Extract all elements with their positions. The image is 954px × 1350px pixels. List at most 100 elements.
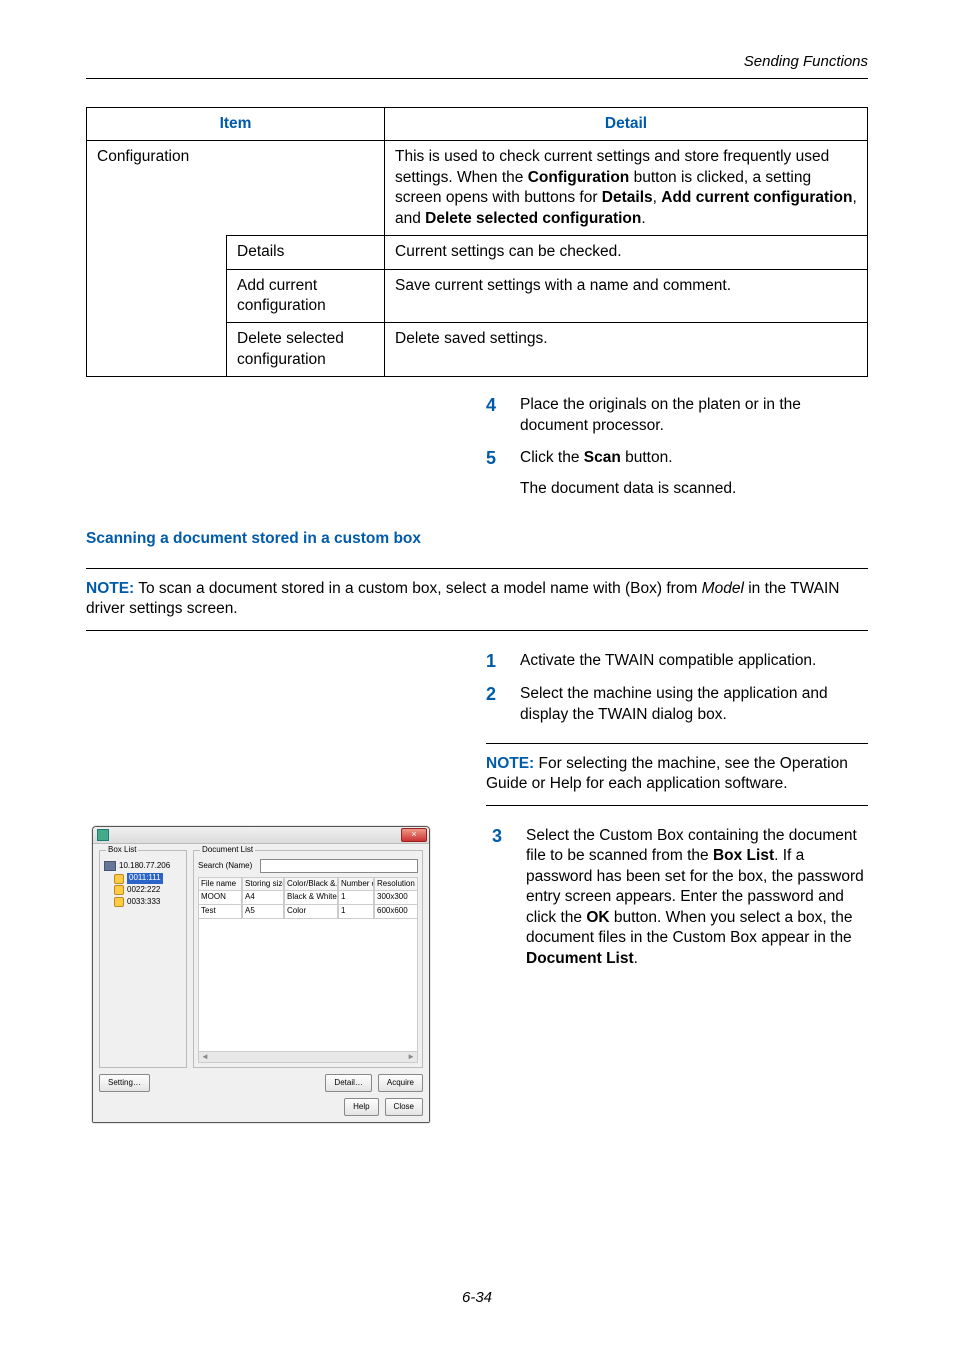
detail-button[interactable]: Detail… [325,1074,371,1092]
txt-b: Configuration [528,169,630,186]
step-text: Select the machine using the application… [520,684,868,725]
step-2: 2 Select the machine using the applicati… [486,684,868,725]
note-text: To scan a document stored in a custom bo… [134,580,701,597]
note-text: For selecting the machine, see the Opera… [486,755,848,792]
box-list-fieldset: Box List 10.180.77.206 0011:111 0022:222… [99,850,187,1068]
cell: A4 [242,891,284,905]
app-icon [97,829,109,841]
step-num: 5 [486,448,520,499]
txt-b: Box List [713,847,774,864]
step-text: Select the Custom Box containing the doc… [526,826,868,969]
setting-button[interactable]: Setting… [99,1074,150,1092]
twain-dialog[interactable]: × Box List 10.180.77.206 0011:111 0022:2… [92,826,430,1123]
note-text-i: Model [702,580,744,597]
cell: Black & White [284,891,338,905]
txt-b: Details [602,189,653,206]
step-5: 5 Click the Scan button. The document da… [486,448,868,499]
dialog-screenshot: × Box List 10.180.77.206 0011:111 0022:2… [86,826,452,1123]
device-icon [104,861,116,871]
txt: , [653,189,662,206]
list-headers: File name Storing size Color/Black &… Nu… [198,877,418,892]
tree-item-label: 0011:111 [127,873,163,884]
subsection-title: Scanning a document stored in a custom b… [86,529,868,549]
tree-item[interactable]: 0011:111 [114,873,182,884]
col-header[interactable]: Number of… [338,877,374,892]
acquire-button[interactable]: Acquire [378,1074,423,1092]
cell-delsel-label: Delete selected configuration [227,323,385,377]
step-num: 3 [492,826,526,969]
step-4: 4 Place the originals on the platen or i… [486,395,868,436]
scroll-left-icon: ◄ [201,1052,209,1063]
txt: . [641,210,645,227]
steps-block-b: 1 Activate the TWAIN compatible applicat… [486,651,868,726]
cell: 600x600 [374,905,418,919]
running-head: Sending Functions [86,52,868,72]
txt: button. [621,449,673,466]
cell-addcur-label: Add current configuration [227,269,385,323]
search-label: Search (Name) [198,861,260,872]
note-full: NOTE: To scan a document stored in a cus… [86,568,868,631]
cell: MOON [198,891,242,905]
note-label: NOTE: [86,580,134,597]
cell-empty [87,236,227,269]
step-3: 3 Select the Custom Box containing the d… [492,826,868,969]
tree-item-label: 0022:222 [127,885,160,896]
list-empty-area [198,919,418,1052]
th-item: Item [87,107,385,140]
cell: Test [198,905,242,919]
cell-delsel-detail: Delete saved settings. [385,323,868,377]
key-icon [114,885,124,895]
cell: 1 [338,891,374,905]
search-input[interactable] [260,859,418,873]
cell: Color [284,905,338,919]
th-detail: Detail [385,107,868,140]
cell: 1 [338,905,374,919]
list-row[interactable]: MOON A4 Black & White 1 300x300 [198,891,418,905]
txt-b: OK [586,909,609,926]
page-number: 6-34 [0,1288,954,1308]
tree-item[interactable]: 0033:333 [114,897,182,908]
dialog-titlebar: × [93,827,429,844]
tree-item[interactable]: 0022:222 [114,885,182,896]
txt-b: Document List [526,950,634,967]
tree-root-label: 10.180.77.206 [119,861,170,872]
document-list-legend: Document List [200,845,255,856]
cell-empty [87,269,227,323]
cell-addcur-detail: Save current settings with a name and co… [385,269,868,323]
txt-b: Scan [584,449,621,466]
col-header[interactable]: Resolution [374,877,418,892]
h-scrollbar[interactable]: ◄► [198,1052,418,1063]
cell-details-label: Details [227,236,385,269]
step-1: 1 Activate the TWAIN compatible applicat… [486,651,868,673]
col-header[interactable]: Color/Black &… [284,877,338,892]
close-button[interactable]: × [401,828,427,842]
help-button[interactable]: Help [344,1098,378,1116]
tree-root[interactable]: 10.180.77.206 [104,861,182,872]
note-label: NOTE: [486,755,534,772]
cell: 300x300 [374,891,418,905]
header-rule [86,78,868,79]
step-text: The document data is scanned. [520,479,868,499]
cell-empty [87,323,227,377]
list-row[interactable]: Test A5 Color 1 600x600 [198,905,418,919]
step-num: 2 [486,684,520,725]
close-button[interactable]: Close [385,1098,423,1116]
cell-config-detail: This is used to check current settings a… [385,141,868,236]
txt-b: Delete selected configuration [425,210,641,227]
box-list-legend: Box List [106,845,138,856]
tree-item-label: 0033:333 [127,897,160,908]
txt: Click the [520,449,584,466]
scroll-right-icon: ► [407,1052,415,1063]
step-text: Place the originals on the platen or in … [520,395,868,436]
document-list-fieldset: Document List Search (Name) File name St… [193,850,423,1068]
txt: Select the Custom Box containing the doc… [526,827,857,864]
config-table: Item Detail Configuration This is used t… [86,107,868,378]
cell-details-detail: Current settings can be checked. [385,236,868,269]
txt-b: Add current configuration [661,189,852,206]
steps-block-c: 3 Select the Custom Box containing the d… [492,826,868,981]
step-num: 4 [486,395,520,436]
step-text: Activate the TWAIN compatible applicatio… [520,651,868,671]
col-header[interactable]: File name [198,877,242,892]
steps-block-a: 4 Place the originals on the platen or i… [486,395,868,499]
col-header[interactable]: Storing size [242,877,284,892]
